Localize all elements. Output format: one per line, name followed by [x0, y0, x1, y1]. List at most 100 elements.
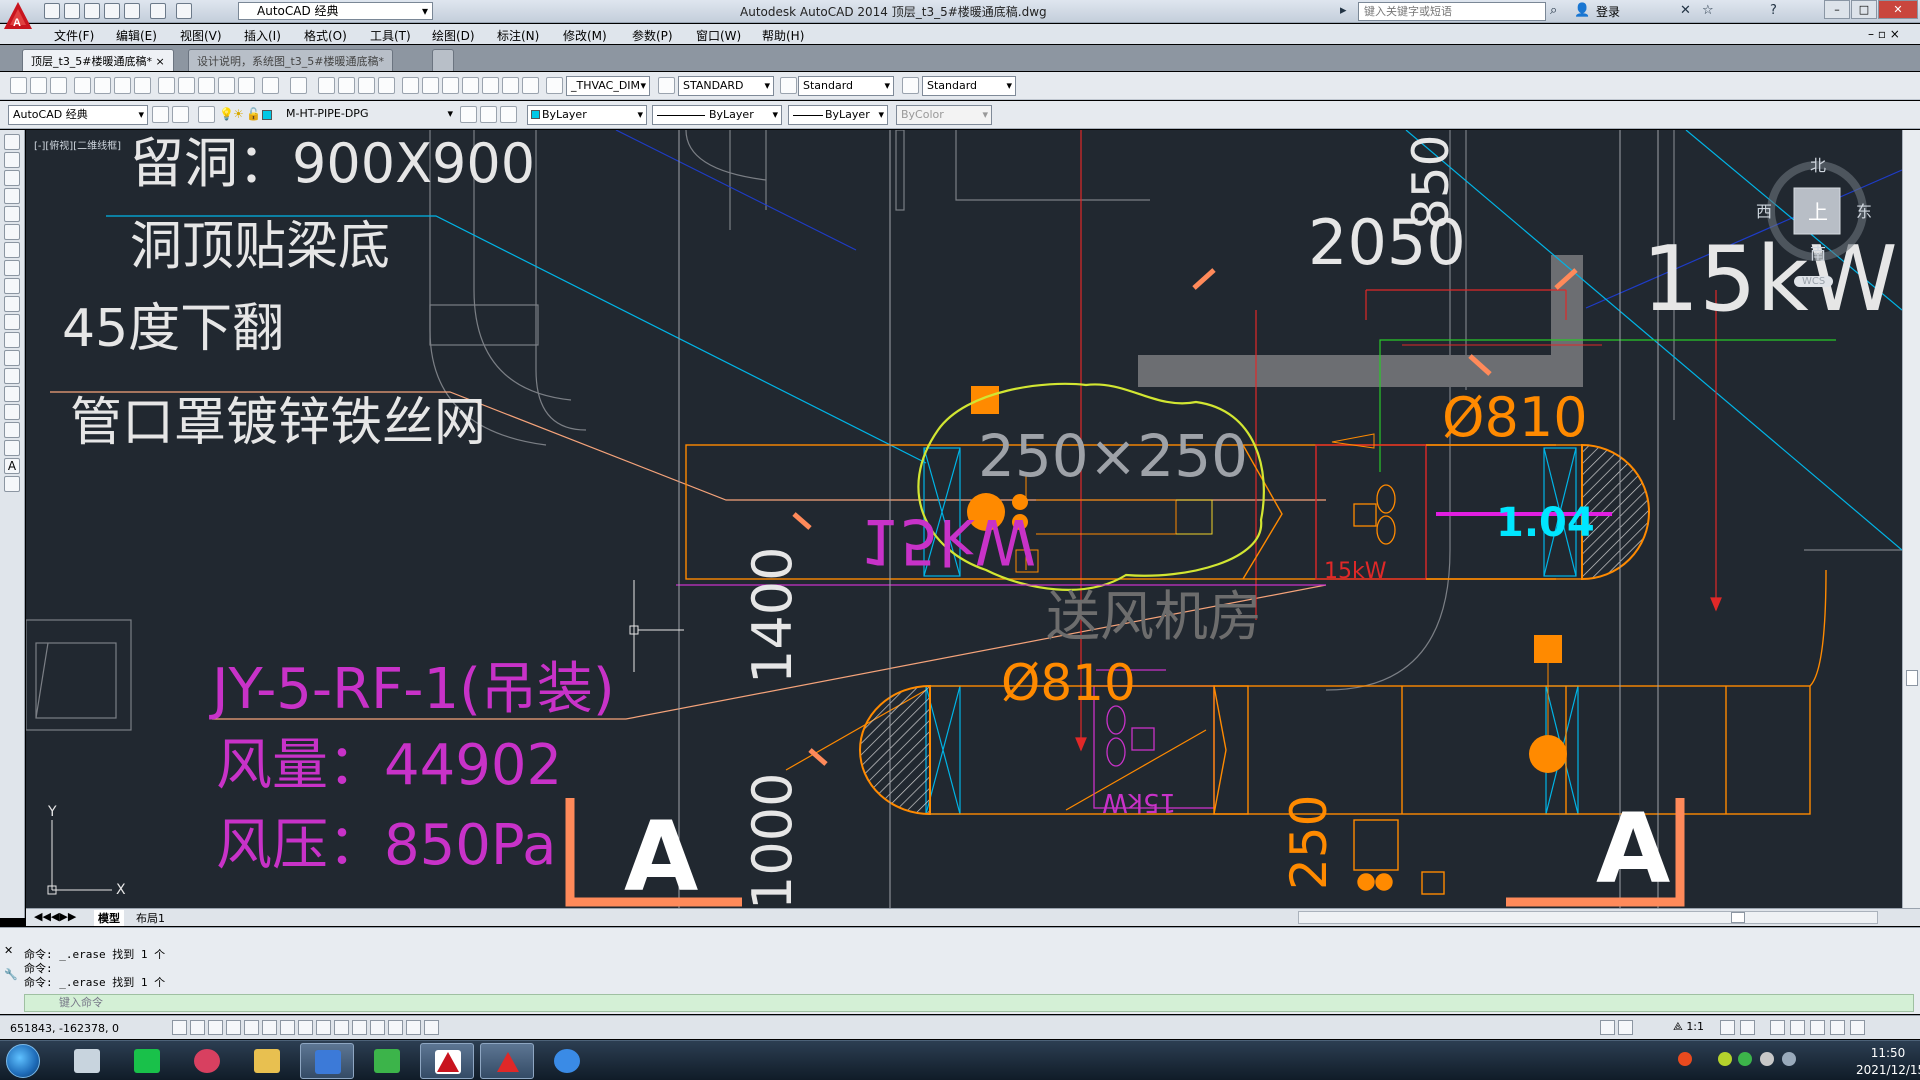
taskbar-explorer[interactable]	[240, 1043, 294, 1079]
menu-tools[interactable]: 工具(T)	[370, 27, 411, 44]
auto-scale-icon[interactable]	[1740, 1020, 1755, 1035]
make-block-icon[interactable]	[4, 350, 20, 366]
spline-icon[interactable]	[4, 278, 20, 294]
markup-icon[interactable]	[482, 77, 499, 94]
lineweight-toggle-icon[interactable]	[352, 1020, 367, 1035]
save-icon[interactable]	[50, 77, 67, 94]
polygon-icon[interactable]	[4, 188, 20, 204]
help-search-input[interactable]: 键入关键字或短语	[1358, 2, 1546, 21]
annotation-scale[interactable]: ⟁ 1:1	[1673, 1020, 1704, 1034]
sogou-ime-icon[interactable]	[1678, 1052, 1692, 1066]
hardware-accel-icon[interactable]	[1830, 1020, 1845, 1035]
mleaderstyle-select[interactable]: Standard	[922, 76, 1016, 96]
taskbar-autocad-2[interactable]	[480, 1043, 534, 1079]
taskbar-cad-viewer[interactable]	[300, 1043, 354, 1079]
dyn-icon[interactable]	[334, 1020, 349, 1035]
zoom-realtime-icon[interactable]	[338, 77, 355, 94]
workspace-settings-icon[interactable]	[152, 106, 169, 123]
menu-file[interactable]: 文件(F)	[54, 27, 94, 44]
selection-cycling-icon[interactable]	[406, 1020, 421, 1035]
exchange-icon[interactable]: ✕	[1680, 3, 1691, 18]
wcs-menu[interactable]: WCS	[1794, 276, 1834, 287]
menu-edit[interactable]: 编辑(E)	[116, 27, 157, 44]
redo-icon[interactable]	[290, 77, 307, 94]
viewcube-north[interactable]: 北	[1810, 152, 1826, 176]
paste-icon[interactable]	[198, 77, 215, 94]
lightbulb-icon[interactable]: 💡	[219, 107, 234, 121]
quick-properties-icon[interactable]	[388, 1020, 403, 1035]
undo-icon[interactable]	[262, 77, 279, 94]
taskbar-autocad[interactable]	[420, 1043, 474, 1079]
tab-layout1[interactable]: 布局1	[132, 910, 169, 926]
3d-print-icon[interactable]	[134, 77, 151, 94]
tab-model[interactable]: 模型	[94, 910, 124, 926]
maximize-button[interactable]: □	[1851, 0, 1877, 19]
close-icon[interactable]: ×	[156, 55, 165, 68]
cut-icon[interactable]	[158, 77, 175, 94]
sun-icon[interactable]: ☀	[233, 107, 244, 121]
open-icon[interactable]	[30, 77, 47, 94]
point-icon[interactable]	[4, 368, 20, 384]
annotation-monitor-icon[interactable]	[424, 1020, 439, 1035]
scroll-thumb[interactable]	[1906, 670, 1918, 686]
tool-palettes-icon[interactable]	[442, 77, 459, 94]
tray-app-icon[interactable]	[1718, 1052, 1732, 1066]
close-icon[interactable]: ✕	[4, 944, 13, 957]
clean-screen-icon[interactable]	[1850, 1020, 1865, 1035]
calculator-icon[interactable]	[502, 77, 519, 94]
properties-icon[interactable]	[402, 77, 419, 94]
help-icon[interactable]: ?	[1770, 3, 1777, 18]
hscroll-thumb[interactable]	[1731, 912, 1745, 923]
circle-icon[interactable]	[4, 242, 20, 258]
zoom-previous-icon[interactable]	[378, 77, 395, 94]
tablestyle-icon[interactable]	[780, 77, 797, 94]
menu-dimension[interactable]: 标注(N)	[497, 27, 539, 44]
workspace-select[interactable]: AutoCAD 经典	[8, 105, 148, 125]
table-icon[interactable]	[4, 440, 20, 456]
taskbar-paint[interactable]	[180, 1043, 234, 1079]
menu-draw[interactable]: 绘图(D)	[432, 27, 475, 44]
taskbar-security[interactable]	[360, 1043, 414, 1079]
viewcube[interactable]: 北 南 西 东 上 WCS	[1756, 156, 1872, 287]
ortho-icon[interactable]	[226, 1020, 241, 1035]
autocad-logo-icon[interactable]: A	[2, 1, 34, 33]
viewport-label[interactable]: [-][俯视][二维线框]	[34, 137, 121, 152]
pan-icon[interactable]	[318, 77, 335, 94]
revcloud-icon[interactable]	[4, 260, 20, 276]
taskbar-iqiyi[interactable]	[120, 1043, 174, 1079]
layer-manager-icon[interactable]	[198, 106, 215, 123]
new-icon[interactable]	[10, 77, 27, 94]
construction-line-icon[interactable]	[4, 152, 20, 168]
binoculars-icon[interactable]: ⌕	[1550, 3, 1557, 18]
doc-minimize-icon[interactable]: – ▫ ×	[1868, 27, 1900, 41]
arc-icon[interactable]	[4, 224, 20, 240]
quick-view-layouts-icon[interactable]	[1618, 1020, 1633, 1035]
otrack-icon[interactable]	[298, 1020, 313, 1035]
save-as-icon[interactable]	[104, 3, 120, 19]
open-file-icon[interactable]	[64, 3, 80, 19]
sheet-set-icon[interactable]	[462, 77, 479, 94]
plot-icon[interactable]	[74, 77, 91, 94]
menu-format[interactable]: 格式(O)	[304, 27, 347, 44]
new-file-icon[interactable]	[44, 3, 60, 19]
hatch-icon[interactable]	[4, 386, 20, 402]
linetype-select[interactable]: ByLayer	[652, 105, 782, 125]
lock-icon[interactable]: 🔓	[246, 107, 261, 121]
transparency-icon[interactable]	[370, 1020, 385, 1035]
login-link[interactable]: 登录	[1596, 3, 1620, 20]
publish-icon[interactable]	[114, 77, 131, 94]
clock-date[interactable]: 2021/12/15	[1856, 1063, 1920, 1077]
infer-constraints-icon[interactable]	[172, 1020, 187, 1035]
tablestyle-select[interactable]: Standard	[798, 76, 894, 96]
taskbar-browser[interactable]	[540, 1043, 594, 1079]
save-icon[interactable]	[84, 3, 100, 19]
isolate-objects-icon[interactable]	[1810, 1020, 1825, 1035]
polar-icon[interactable]	[244, 1020, 259, 1035]
minimize-button[interactable]: –	[1824, 0, 1850, 19]
layer-previous-icon[interactable]	[480, 106, 497, 123]
print-icon[interactable]	[124, 3, 140, 19]
grid-icon[interactable]	[208, 1020, 223, 1035]
line-icon[interactable]	[4, 134, 20, 150]
lineweight-select[interactable]: ByLayer	[788, 105, 888, 125]
menu-insert[interactable]: 插入(I)	[244, 27, 281, 44]
